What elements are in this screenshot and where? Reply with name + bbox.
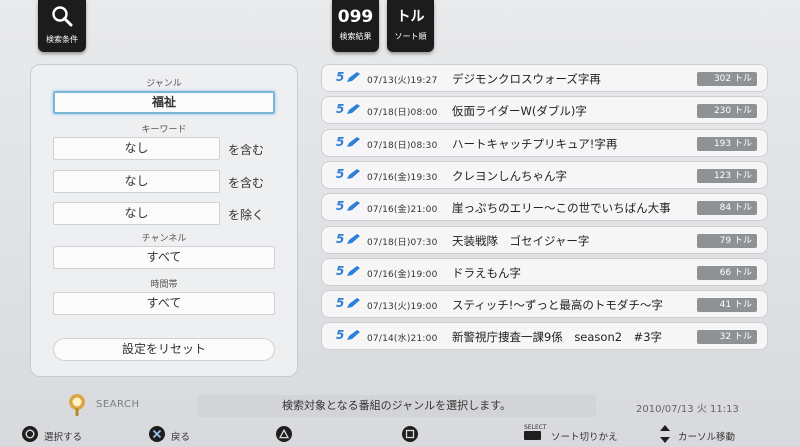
help-text: 検索対象となる番組のジャンルを選択します。 (197, 395, 596, 417)
channel-number: 5 (336, 199, 345, 213)
program-row[interactable]: 5 07/16(金)19:00 ドラえもん字 66 トル (321, 258, 768, 286)
channel-number: 5 (336, 232, 345, 246)
program-datetime: 07/13(火)19:00 (367, 302, 438, 312)
keyword-condition-2[interactable]: を含む (228, 174, 264, 191)
program-row[interactable]: 5 07/13(火)19:27 デジモンクロスウォーズ字再 302 トル (321, 64, 768, 92)
program-row[interactable]: 5 07/14(水)21:00 新警視庁捜査一課9係 season2 #3字 32 ト… (321, 322, 768, 350)
channel-field[interactable]: すべて (53, 246, 275, 269)
search-results-label: 検索結果 (339, 32, 372, 41)
count-badge: 84 トル (697, 201, 757, 215)
program-row[interactable]: 5 07/16(金)19:30 クレヨンしんちゃん字 123 トル (321, 161, 768, 189)
program-title: 天装戦隊 ゴセイジャー字 (452, 234, 590, 248)
count-badge: 302 トル (697, 72, 757, 86)
search-conditions-panel: ジャンル 福祉 キーワード なし を含む なし を含む なし を除く チャンネル… (30, 64, 298, 377)
search-key-icon (69, 394, 85, 416)
record-pen-icon (347, 266, 360, 276)
reset-settings-button[interactable]: 設定をリセット (53, 338, 275, 361)
search-conditions-label: 検索条件 (46, 35, 78, 44)
record-pen-icon (347, 104, 360, 114)
program-title: デジモンクロスウォーズ字再 (452, 72, 601, 86)
program-title: 新警視庁捜査一課9係 season2 #3字 (452, 330, 663, 344)
count-badge: 32 トル (697, 330, 757, 344)
cross-button-icon (149, 426, 165, 442)
program-title: ハートキャッチプリキュア!字再 (452, 137, 618, 151)
record-pen-icon (347, 72, 360, 82)
program-datetime: 07/13(火)19:27 (367, 76, 438, 86)
count-badge: 123 トル (697, 169, 757, 183)
record-pen-icon (347, 234, 360, 244)
channel-label: チャンネル (141, 234, 187, 244)
count-badge: 66 トル (697, 266, 757, 280)
program-datetime: 07/14(水)21:00 (367, 334, 438, 344)
channel-number: 5 (336, 70, 345, 84)
genre-field[interactable]: 福祉 (53, 91, 275, 114)
program-row[interactable]: 5 07/16(金)21:00 崖っぷちのエリー～この世でいちばん大事 84 トル (321, 193, 768, 221)
time-slot-field[interactable]: すべて (53, 292, 275, 315)
search-mode-text: SEARCH (96, 399, 140, 410)
current-datetime: 2010/07/13 火 11:13 (636, 404, 739, 415)
dpad-label: カーソル移動 (678, 432, 736, 443)
sort-value: トル (396, 9, 425, 25)
program-title: 仮面ライダーW(ダブル)字 (452, 104, 587, 118)
circle-button-label: 選択する (44, 432, 83, 443)
select-key-icon: SELECT (524, 424, 547, 440)
program-datetime: 07/16(金)21:00 (367, 205, 438, 215)
button-guide: 選択する 戻る SELECT ソート切りかえ カーソル移動 (0, 421, 800, 447)
genre-label: ジャンル (146, 79, 182, 89)
triangle-button-icon (276, 426, 292, 442)
time-slot-label: 時間帯 (150, 280, 178, 290)
channel-number: 5 (336, 264, 345, 278)
record-pen-icon (347, 137, 360, 147)
keyword-condition-1[interactable]: を含む (228, 141, 264, 158)
circle-button-icon (22, 426, 38, 442)
search-conditions-button[interactable]: 検索条件 (38, 0, 86, 52)
channel-number: 5 (336, 167, 345, 181)
select-button-label: ソート切りかえ (551, 432, 618, 443)
keyword-field-1[interactable]: なし (53, 137, 220, 160)
select-key-text: SELECT (524, 424, 547, 431)
keyword-field-3[interactable]: なし (53, 202, 220, 225)
program-row[interactable]: 5 07/13(火)19:00 スティッチ!～ずっと最高のトモダチ～字 41 トル (321, 290, 768, 318)
program-datetime: 07/18(日)08:30 (367, 141, 438, 151)
channel-number: 5 (336, 296, 345, 310)
count-badge: 193 トル (697, 137, 757, 151)
channel-number: 5 (336, 135, 345, 149)
cross-button-label: 戻る (171, 432, 191, 443)
program-title: スティッチ!～ずっと最高のトモダチ～字 (452, 298, 663, 312)
record-pen-icon (347, 201, 360, 211)
record-pen-icon (347, 169, 360, 179)
channel-number: 5 (336, 328, 345, 342)
dpad-icon (660, 425, 670, 443)
keyword-field-2[interactable]: なし (53, 170, 220, 193)
program-datetime: 07/18(日)07:30 (367, 238, 438, 248)
square-button-icon (402, 426, 418, 442)
count-badge: 79 トル (697, 234, 757, 248)
program-row[interactable]: 5 07/18(日)07:30 天装戦隊 ゴセイジャー字 79 トル (321, 226, 768, 254)
program-row[interactable]: 5 07/18(日)08:30 ハートキャッチプリキュア!字再 193 トル (321, 129, 768, 157)
sort-order-button[interactable]: トル ソート順 (387, 0, 434, 52)
count-badge: 41 トル (697, 298, 757, 312)
keyword-label: キーワード (141, 125, 187, 135)
program-title: 崖っぷちのエリー～この世でいちばん大事 (452, 201, 671, 215)
sort-order-label: ソート順 (394, 32, 427, 41)
program-datetime: 07/16(金)19:00 (367, 270, 438, 280)
program-datetime: 07/16(金)19:30 (367, 173, 438, 183)
magnifier-icon (52, 6, 73, 27)
count-badge: 230 トル (697, 104, 757, 118)
program-row[interactable]: 5 07/18(日)08:00 仮面ライダーW(ダブル)字 230 トル (321, 96, 768, 124)
program-title: クレヨンしんちゃん字 (452, 169, 567, 183)
record-pen-icon (347, 298, 360, 308)
record-pen-icon (347, 330, 360, 340)
program-datetime: 07/18(日)08:00 (367, 108, 438, 118)
program-title: ドラえもん字 (452, 266, 521, 280)
channel-number: 5 (336, 102, 345, 116)
keyword-condition-3[interactable]: を除く (228, 206, 264, 223)
search-results-button[interactable]: 099 検索結果 (332, 0, 379, 52)
results-count: 099 (337, 7, 374, 27)
